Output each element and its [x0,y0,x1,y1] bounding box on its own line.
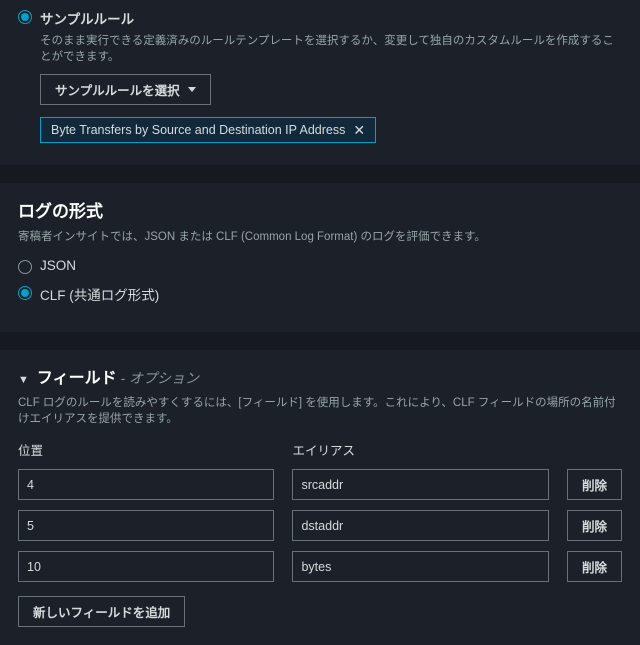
fields-col-alias-header: エイリアス [292,440,549,459]
field-delete-button[interactable]: 削除 [567,469,622,500]
field-position-input[interactable] [18,551,274,582]
fields-title-suffix: - オプション [117,370,199,386]
selected-rule-token[interactable]: Byte Transfers by Source and Destination… [40,117,376,143]
fields-title: フィールド [37,370,117,387]
close-icon[interactable]: ✕ [353,123,365,137]
sample-rule-description: そのまま実行できる定義済みのルールテンプレートを選択するか、変更して独自のカスタ… [40,32,622,64]
log-format-json-label: JSON [40,258,76,273]
log-format-clf-label: CLF (共通ログ形式) [40,284,159,304]
field-delete-button[interactable]: 削除 [567,510,622,541]
field-position-input[interactable] [18,469,274,500]
log-format-description: 寄稿者インサイトでは、JSON または CLF (Common Log Form… [18,228,622,244]
select-sample-rule-button-label: サンプルルールを選択 [55,80,180,99]
fields-description: CLF ログのルールを読みやすくするには、[フィールド] を使用します。これによ… [18,394,622,426]
fields-col-position-header: 位置 [18,440,274,459]
field-delete-button[interactable]: 削除 [567,551,622,582]
field-alias-input[interactable] [292,510,549,541]
log-format-json-radio[interactable] [18,260,32,274]
add-field-button[interactable]: 新しいフィールドを追加 [18,596,185,627]
add-field-button-label: 新しいフィールドを追加 [33,602,170,621]
sample-rule-label: サンプルルール [40,8,622,28]
field-alias-input[interactable] [292,469,549,500]
field-alias-input[interactable] [292,551,549,582]
selected-rule-token-label: Byte Transfers by Source and Destination… [51,123,345,137]
select-sample-rule-button[interactable]: サンプルルールを選択 [40,74,211,105]
sample-rule-radio[interactable] [18,10,32,24]
caret-down-icon [188,87,196,92]
log-format-title: ログの形式 [18,197,622,222]
fields-collapse-toggle[interactable]: ▼ [18,374,29,386]
log-format-clf-radio[interactable] [18,286,32,300]
field-position-input[interactable] [18,510,274,541]
